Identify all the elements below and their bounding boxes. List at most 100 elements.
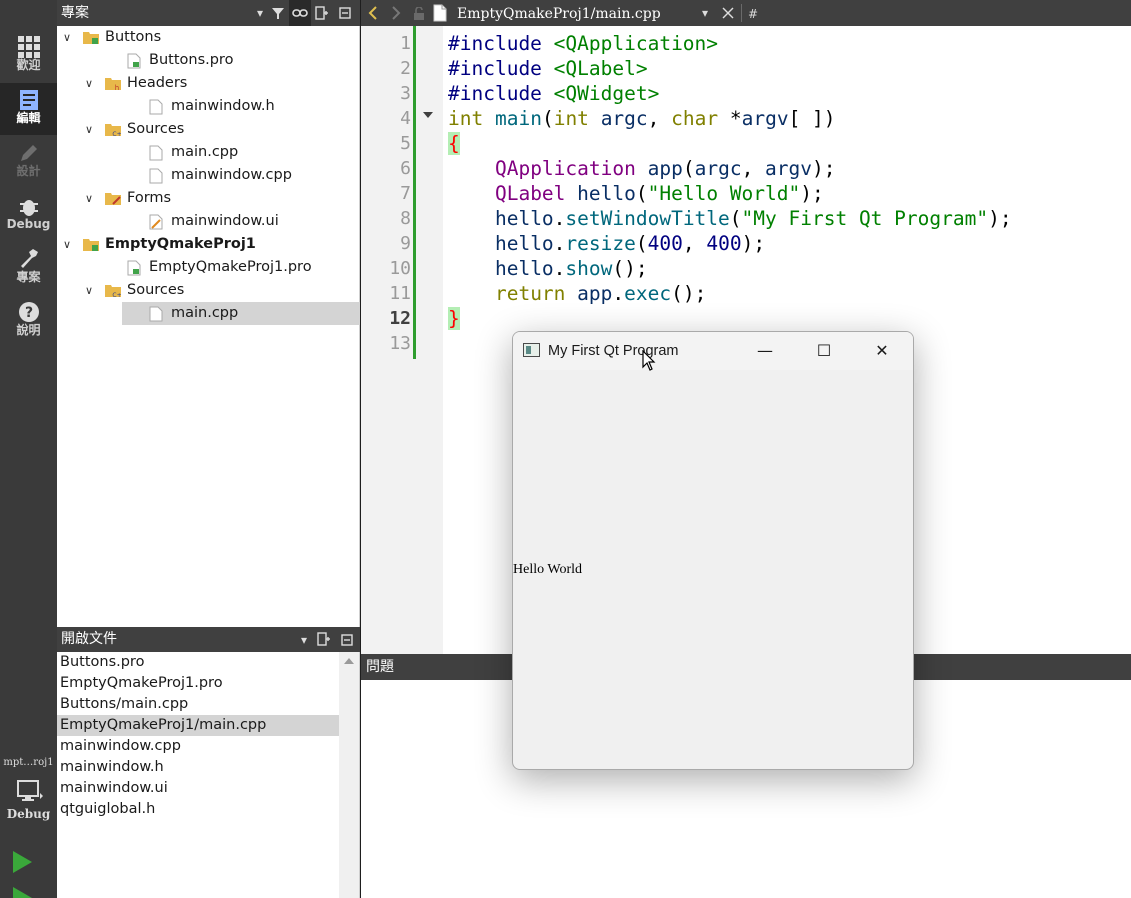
- docs-close-panel-icon[interactable]: [336, 627, 358, 653]
- open-file-path[interactable]: EmptyQmakeProj1/main.cpp: [457, 0, 661, 28]
- app-window-title: My First Qt Program: [548, 343, 679, 359]
- code-token: (: [635, 182, 648, 205]
- bug-icon: [0, 189, 57, 217]
- line-number: 7: [400, 183, 411, 204]
- tree-item[interactable]: ∨ h Headers: [57, 72, 360, 95]
- kit-selector-label[interactable]: mpt…roj1: [0, 757, 57, 768]
- tree-item[interactable]: ∨ EmptyQmakeProj1: [57, 233, 360, 256]
- open-document-item[interactable]: mainwindow.ui: [57, 778, 339, 799]
- file-dropdown-icon[interactable]: ▾: [702, 0, 708, 26]
- code-token: *: [718, 107, 742, 130]
- code-line[interactable]: #include <QLabel>: [448, 56, 648, 81]
- svg-text:C+: C+: [112, 292, 121, 298]
- code-line[interactable]: return app.exec();: [448, 281, 706, 306]
- symbol-selector[interactable]: #: [748, 0, 758, 28]
- kit-selector-button[interactable]: Debug: [0, 776, 57, 828]
- tree-item[interactable]: ∨ Forms: [57, 187, 360, 210]
- mode-edit[interactable]: 編輯: [0, 83, 57, 135]
- tree-item[interactable]: main.cpp: [57, 141, 360, 164]
- open-documents-scrollbar[interactable]: [339, 652, 359, 898]
- code-token: hello: [577, 182, 636, 205]
- mode-pencil[interactable]: 設計: [0, 136, 57, 188]
- code-token: .: [553, 257, 566, 280]
- code-token: QLabel: [494, 182, 566, 205]
- app-window[interactable]: My First Qt Program — ☐ ✕ Hello World: [512, 331, 914, 770]
- tree-item[interactable]: ∨ C+ Sources: [57, 279, 360, 302]
- code-token: );: [800, 182, 824, 205]
- line-number: 4: [400, 108, 411, 129]
- scroll-up-arrow-icon[interactable]: [339, 653, 359, 667]
- code-line[interactable]: }: [448, 306, 460, 331]
- file-icon: [149, 306, 165, 322]
- code-token: hello: [494, 232, 554, 255]
- mode-label: Debug: [6, 217, 51, 231]
- tree-item[interactable]: mainwindow.h: [57, 95, 360, 118]
- line-number: 11: [389, 283, 411, 304]
- code-token: );: [741, 232, 766, 255]
- mode-bug[interactable]: Debug: [0, 189, 57, 241]
- run-button[interactable]: [8, 848, 36, 876]
- code-line[interactable]: #include <QApplication>: [448, 31, 718, 56]
- fold-arrow-icon[interactable]: [423, 112, 433, 118]
- close-button[interactable]: ✕: [859, 332, 905, 370]
- code-line[interactable]: hello.show();: [448, 256, 648, 281]
- open-document-item[interactable]: mainwindow.cpp: [57, 736, 339, 757]
- filter-icon[interactable]: [267, 0, 289, 26]
- code-line[interactable]: QApplication app(argc, argv);: [448, 156, 836, 181]
- expand-arrow-icon[interactable]: ∨: [82, 72, 96, 95]
- code-token: ();: [671, 282, 707, 305]
- tree-item[interactable]: ∨ Buttons: [57, 26, 360, 49]
- close-document-icon[interactable]: [722, 7, 734, 19]
- code-line[interactable]: QLabel hello("Hello World");: [448, 181, 824, 206]
- code-line[interactable]: #include <QWidget>: [448, 81, 659, 106]
- tree-item[interactable]: ∨ C+ Sources: [57, 118, 360, 141]
- open-document-item[interactable]: Buttons/main.cpp: [57, 694, 339, 715]
- debug-run-button[interactable]: [8, 884, 36, 898]
- open-document-item[interactable]: EmptyQmakeProj1.pro: [57, 673, 339, 694]
- code-line[interactable]: int main(int argc, char *argv[ ]): [448, 106, 836, 131]
- code-line[interactable]: hello.resize(400, 400);: [448, 231, 765, 256]
- code-token: "Hello World": [647, 182, 801, 205]
- split-panel-icon[interactable]: [311, 0, 333, 26]
- code-line[interactable]: {: [448, 131, 460, 156]
- maximize-button[interactable]: ☐: [801, 332, 847, 370]
- app-window-titlebar[interactable]: My First Qt Program — ☐ ✕: [513, 332, 913, 370]
- tree-item[interactable]: EmptyQmakeProj1.pro: [57, 256, 360, 279]
- tree-item[interactable]: main.cpp: [57, 302, 360, 325]
- minimize-button[interactable]: —: [742, 332, 788, 370]
- expand-arrow-icon[interactable]: ∨: [60, 26, 74, 49]
- lock-icon[interactable]: [413, 7, 425, 20]
- back-arrow-icon[interactable]: [367, 6, 379, 20]
- open-document-item[interactable]: Buttons.pro: [57, 652, 339, 673]
- code-line[interactable]: hello.setWindowTitle("My First Qt Progra…: [448, 206, 1012, 231]
- docs-dropdown-icon[interactable]: ▾: [293, 627, 315, 653]
- forward-arrow-icon[interactable]: [390, 6, 402, 20]
- issues-panel-title[interactable]: 問題: [366, 659, 394, 675]
- project-panel-title[interactable]: 專案: [61, 5, 89, 21]
- mode-wrench[interactable]: 專案: [0, 242, 57, 294]
- open-document-item[interactable]: EmptyQmakeProj1/main.cpp: [57, 715, 339, 736]
- expand-arrow-icon[interactable]: ∨: [82, 187, 96, 210]
- tree-item[interactable]: mainwindow.ui: [57, 210, 360, 233]
- tree-item[interactable]: mainwindow.cpp: [57, 164, 360, 187]
- pro-file-icon: [127, 53, 143, 69]
- expand-arrow-icon[interactable]: ∨: [60, 233, 74, 256]
- file-icon: [149, 99, 165, 115]
- code-token: resize: [565, 232, 636, 255]
- open-document-item[interactable]: mainwindow.h: [57, 757, 339, 778]
- docs-split-icon[interactable]: [313, 627, 335, 653]
- code-token: (: [635, 232, 648, 255]
- expand-arrow-icon[interactable]: ∨: [82, 279, 96, 302]
- mode-grid[interactable]: 歡迎: [0, 30, 57, 82]
- expand-arrow-icon[interactable]: ∨: [82, 118, 96, 141]
- link-with-editor-icon[interactable]: [289, 0, 311, 26]
- help-icon: ?: [0, 295, 57, 323]
- open-document-item[interactable]: qtguiglobal.h: [57, 799, 339, 820]
- edit-icon: [0, 83, 57, 111]
- tree-item[interactable]: Buttons.pro: [57, 49, 360, 72]
- mode-help[interactable]: ? 說明: [0, 295, 57, 347]
- tree-item-label: mainwindow.cpp: [171, 167, 292, 183]
- close-panel-icon[interactable]: [334, 0, 356, 26]
